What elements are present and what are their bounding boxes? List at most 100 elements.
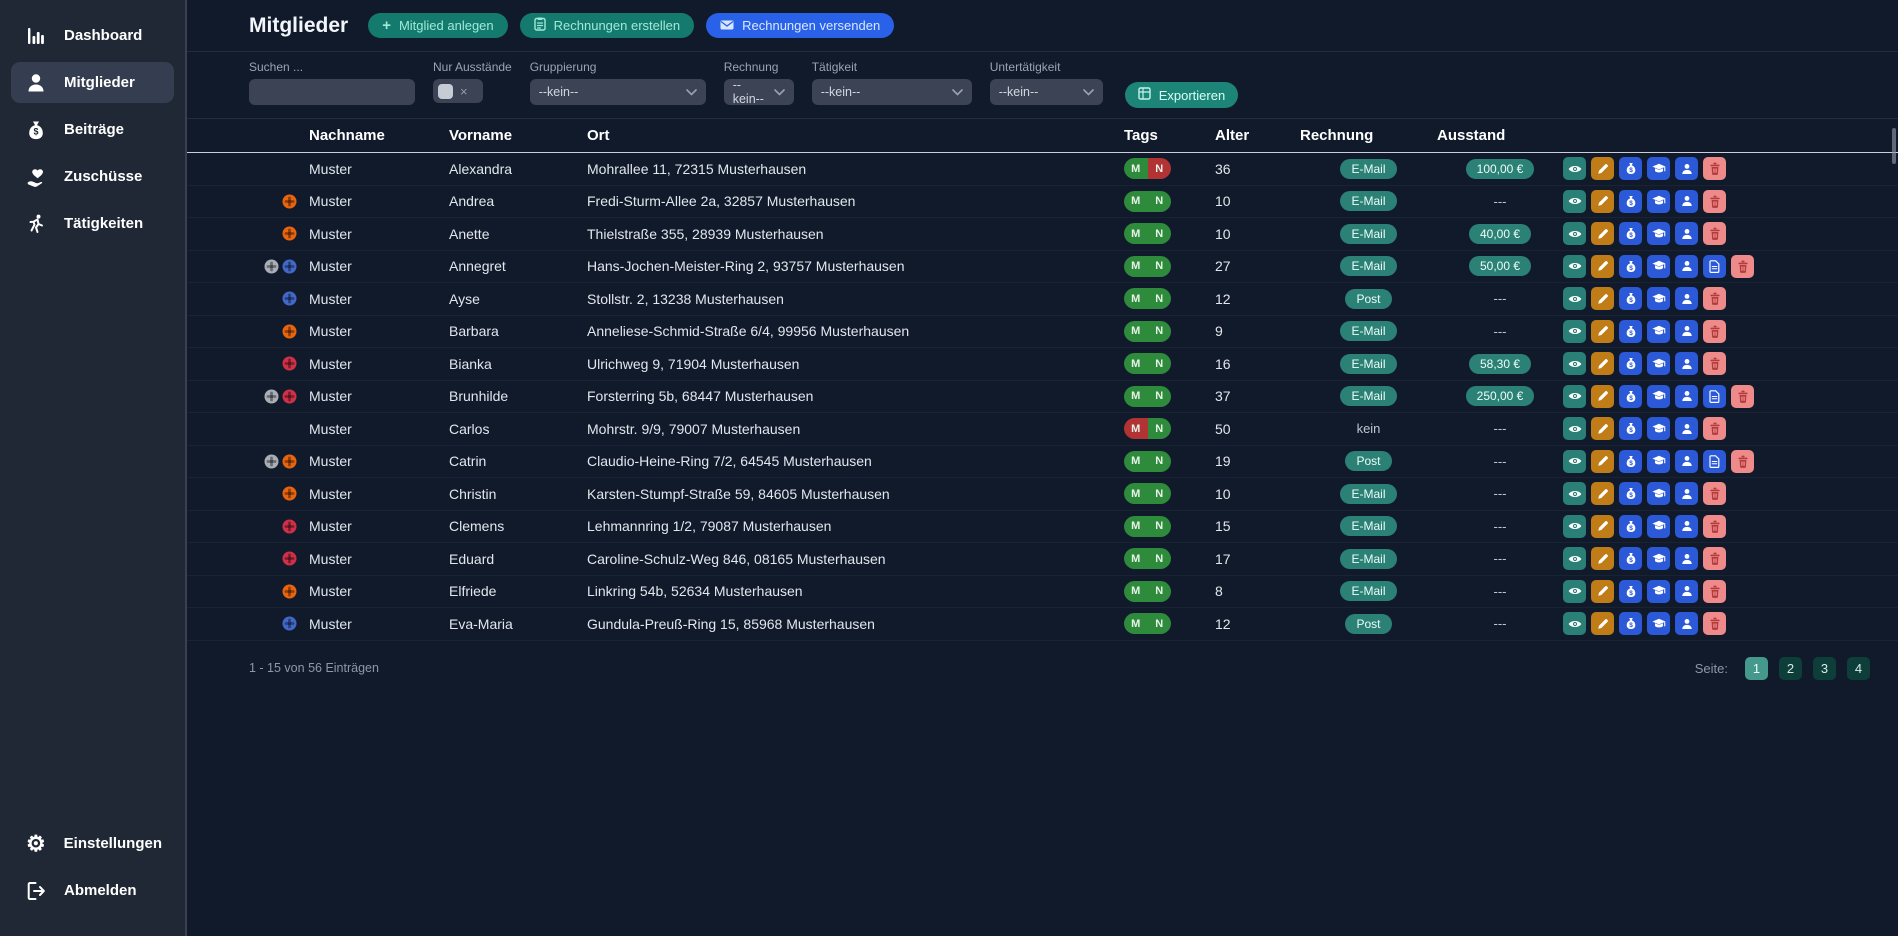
contributions-button[interactable]: $	[1619, 190, 1642, 213]
delete-button[interactable]	[1703, 547, 1726, 570]
education-button[interactable]	[1647, 450, 1670, 473]
edit-button[interactable]	[1591, 580, 1614, 603]
document-button[interactable]	[1703, 255, 1726, 278]
send-invoices-button[interactable]: Rechnungen versenden	[706, 13, 894, 38]
add-member-button[interactable]: + Mitglied anlegen	[368, 13, 507, 38]
table-row[interactable]: Muster Alexandra Mohrallee 11, 72315 Mus…	[187, 153, 1898, 186]
column-header-rechnung[interactable]: Rechnung	[1300, 127, 1437, 144]
column-header-alter[interactable]: Alter	[1215, 127, 1300, 144]
edit-button[interactable]	[1591, 547, 1614, 570]
delete-button[interactable]	[1731, 385, 1754, 408]
view-button[interactable]	[1563, 450, 1586, 473]
table-row[interactable]: Muster Andrea Fredi-Sturm-Allee 2a, 3285…	[187, 186, 1898, 219]
education-button[interactable]	[1647, 287, 1670, 310]
member-button[interactable]	[1675, 612, 1698, 635]
edit-button[interactable]	[1591, 222, 1614, 245]
create-invoices-button[interactable]: Rechnungen erstellen	[520, 13, 694, 38]
member-button[interactable]	[1675, 157, 1698, 180]
member-button[interactable]	[1675, 580, 1698, 603]
table-row[interactable]: Muster Brunhilde Forsterring 5b, 68447 M…	[187, 381, 1898, 414]
contributions-button[interactable]: $	[1619, 287, 1642, 310]
view-button[interactable]	[1563, 287, 1586, 310]
delete-button[interactable]	[1731, 450, 1754, 473]
sidebar-item-abmelden[interactable]: Abmelden	[11, 870, 174, 911]
page-button-3[interactable]: 3	[1813, 657, 1836, 680]
contributions-button[interactable]: $	[1619, 222, 1642, 245]
view-button[interactable]	[1563, 320, 1586, 343]
member-button[interactable]	[1675, 515, 1698, 538]
member-button[interactable]	[1675, 482, 1698, 505]
member-button[interactable]	[1675, 385, 1698, 408]
sub-activity-select[interactable]: --kein--	[990, 79, 1103, 105]
delete-button[interactable]	[1703, 580, 1726, 603]
page-button-1[interactable]: 1	[1745, 657, 1768, 680]
table-row[interactable]: Muster Elfriede Linkring 54b, 52634 Must…	[187, 576, 1898, 609]
contributions-button[interactable]: $	[1619, 482, 1642, 505]
edit-button[interactable]	[1591, 287, 1614, 310]
table-row[interactable]: Muster Christin Karsten-Stumpf-Straße 59…	[187, 478, 1898, 511]
education-button[interactable]	[1647, 255, 1670, 278]
contributions-button[interactable]: $	[1619, 157, 1642, 180]
scrollbar[interactable]	[1892, 128, 1896, 164]
table-row[interactable]: Muster Carlos Mohrstr. 9/9, 79007 Muster…	[187, 413, 1898, 446]
table-row[interactable]: Muster Barbara Anneliese-Schmid-Straße 6…	[187, 316, 1898, 349]
education-button[interactable]	[1647, 352, 1670, 375]
table-row[interactable]: Muster Anette Thielstraße 355, 28939 Mus…	[187, 218, 1898, 251]
delete-button[interactable]	[1703, 222, 1726, 245]
view-button[interactable]	[1563, 255, 1586, 278]
view-button[interactable]	[1563, 580, 1586, 603]
view-button[interactable]	[1563, 385, 1586, 408]
column-header-ort[interactable]: Ort	[587, 127, 1124, 144]
contributions-button[interactable]: $	[1619, 417, 1642, 440]
education-button[interactable]	[1647, 222, 1670, 245]
table-row[interactable]: Muster Bianka Ulrichweg 9, 71904 Musterh…	[187, 348, 1898, 381]
delete-button[interactable]	[1703, 482, 1726, 505]
table-row[interactable]: Muster Clemens Lehmannring 1/2, 79087 Mu…	[187, 511, 1898, 544]
delete-button[interactable]	[1703, 612, 1726, 635]
member-button[interactable]	[1675, 255, 1698, 278]
education-button[interactable]	[1647, 320, 1670, 343]
sidebar-item-dashboard[interactable]: Dashboard	[11, 15, 174, 56]
sidebar-item-beitraege[interactable]: $ Beiträge	[11, 109, 174, 150]
view-button[interactable]	[1563, 190, 1586, 213]
view-button[interactable]	[1563, 352, 1586, 375]
table-row[interactable]: Muster Ayse Stollstr. 2, 13238 Musterhau…	[187, 283, 1898, 316]
page-button-4[interactable]: 4	[1847, 657, 1870, 680]
contributions-button[interactable]: $	[1619, 320, 1642, 343]
column-header-vorname[interactable]: Vorname	[449, 127, 587, 144]
education-button[interactable]	[1647, 157, 1670, 180]
contributions-button[interactable]: $	[1619, 450, 1642, 473]
member-button[interactable]	[1675, 352, 1698, 375]
delete-button[interactable]	[1703, 190, 1726, 213]
contributions-button[interactable]: $	[1619, 612, 1642, 635]
education-button[interactable]	[1647, 385, 1670, 408]
contributions-button[interactable]: $	[1619, 385, 1642, 408]
view-button[interactable]	[1563, 515, 1586, 538]
table-row[interactable]: Muster Eduard Caroline-Schulz-Weg 846, 0…	[187, 543, 1898, 576]
view-button[interactable]	[1563, 417, 1586, 440]
edit-button[interactable]	[1591, 255, 1614, 278]
view-button[interactable]	[1563, 157, 1586, 180]
view-button[interactable]	[1563, 547, 1586, 570]
sidebar-item-taetigkeiten[interactable]: Tätigkeiten	[11, 203, 174, 244]
delete-button[interactable]	[1703, 320, 1726, 343]
view-button[interactable]	[1563, 612, 1586, 635]
sidebar-item-zuschuesse[interactable]: Zuschüsse	[11, 156, 174, 197]
search-input[interactable]	[249, 79, 415, 105]
edit-button[interactable]	[1591, 320, 1614, 343]
member-button[interactable]	[1675, 287, 1698, 310]
contributions-button[interactable]: $	[1619, 547, 1642, 570]
activity-select[interactable]: --kein--	[812, 79, 972, 105]
only-arrears-checkbox-group[interactable]: ×	[433, 79, 483, 103]
table-row[interactable]: Muster Catrin Claudio-Heine-Ring 7/2, 64…	[187, 446, 1898, 479]
member-button[interactable]	[1675, 190, 1698, 213]
contributions-button[interactable]: $	[1619, 580, 1642, 603]
delete-button[interactable]	[1703, 287, 1726, 310]
education-button[interactable]	[1647, 482, 1670, 505]
member-button[interactable]	[1675, 417, 1698, 440]
page-button-2[interactable]: 2	[1779, 657, 1802, 680]
education-button[interactable]	[1647, 190, 1670, 213]
delete-button[interactable]	[1703, 352, 1726, 375]
sidebar-item-mitglieder[interactable]: Mitglieder	[11, 62, 174, 103]
column-header-nachname[interactable]: Nachname	[309, 127, 449, 144]
